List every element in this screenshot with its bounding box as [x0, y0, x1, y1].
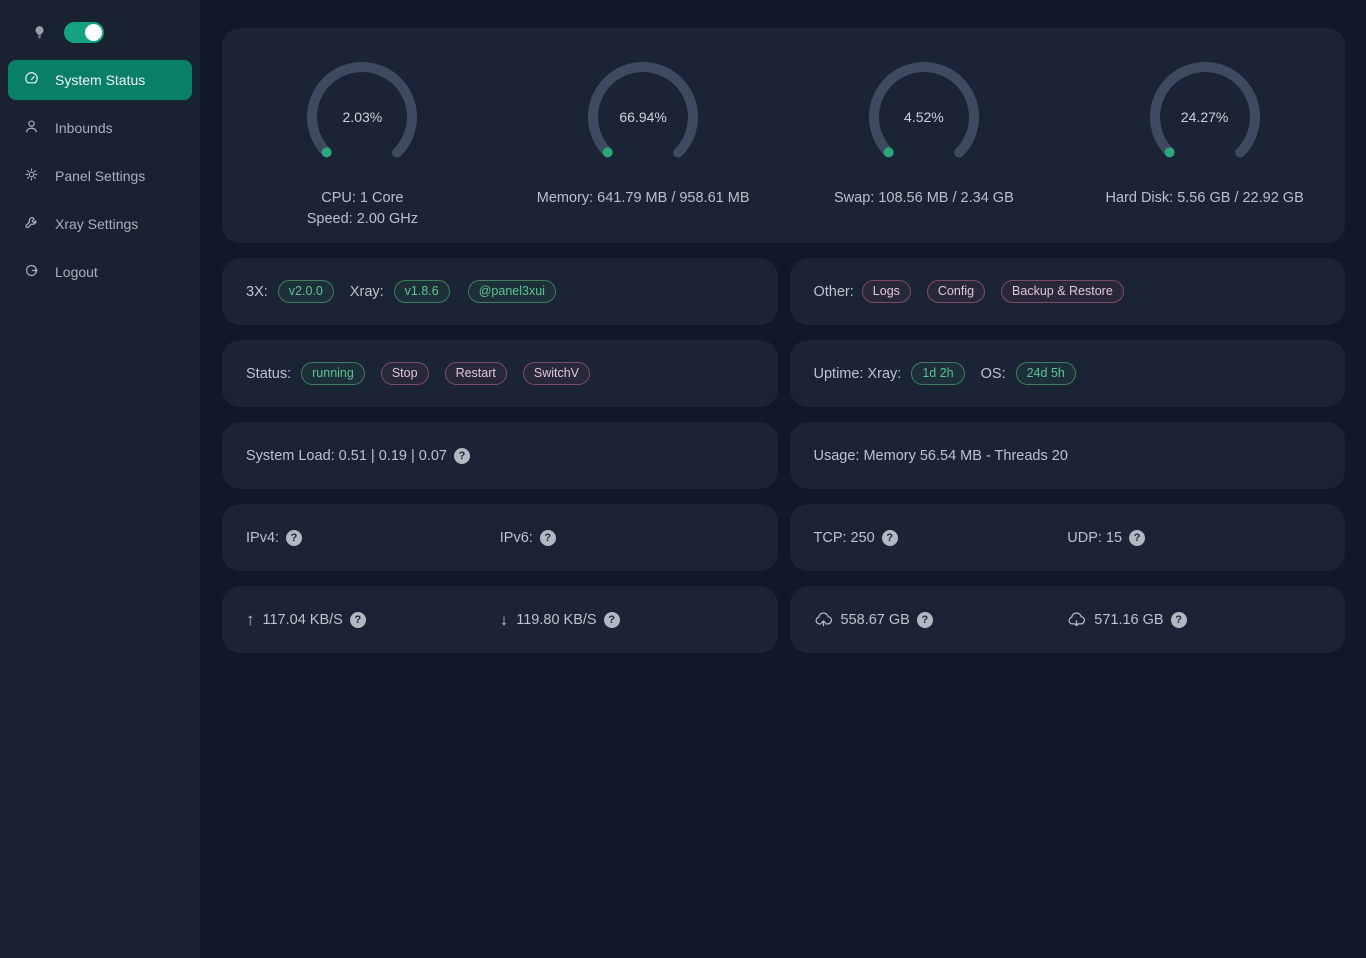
xray-version-tag[interactable]: v1.8.6	[394, 280, 450, 303]
sidebar-item-label: Xray Settings	[55, 216, 138, 232]
sidebar-item-label: Inbounds	[55, 120, 113, 136]
swap-gauge-ring: 4.52%	[864, 57, 984, 177]
memory-percent: 66.94%	[583, 57, 703, 177]
config-button[interactable]: Config	[927, 280, 985, 303]
bulb-icon	[31, 24, 48, 41]
sidebar-nav: System Status Inbounds Panel Settings	[0, 60, 200, 300]
version-card: 3X: v2.0.0 Xray: v1.8.6 @panel3xui	[222, 258, 778, 325]
user-icon	[23, 118, 40, 138]
other-label: Other:	[814, 284, 854, 300]
cpu-label: CPU: 1 Core Speed: 2.00 GHz	[307, 188, 418, 230]
swap-gauge: 4.52% Swap: 108.56 MB / 2.34 GB	[784, 28, 1065, 243]
upload-total-block: 558.67 GB ?	[814, 610, 1068, 629]
xray-label: Xray:	[350, 284, 384, 300]
cloud-download-icon	[1067, 610, 1086, 629]
tcp-block: TCP: 250 ?	[814, 530, 1068, 546]
info-rows: 3X: v2.0.0 Xray: v1.8.6 @panel3xui Other…	[222, 258, 1345, 653]
help-icon[interactable]: ?	[540, 530, 556, 546]
ipv6-block: IPv6: ?	[500, 530, 754, 546]
help-icon[interactable]: ?	[1129, 530, 1145, 546]
ipv6-label: IPv6:	[500, 530, 533, 546]
xray-uptime-badge: 1d 2h	[911, 362, 964, 385]
sidebar-item-system-status[interactable]: System Status	[8, 60, 192, 100]
sidebar-item-panel-settings[interactable]: Panel Settings	[8, 156, 192, 196]
ipv4-label: IPv4:	[246, 530, 279, 546]
help-icon[interactable]: ?	[454, 448, 470, 464]
switch-version-button[interactable]: SwitchV	[523, 362, 590, 385]
wrench-icon	[23, 214, 40, 234]
toggle-knob	[85, 24, 102, 41]
download-speed-block: ↓ 119.80 KB/S ?	[500, 610, 754, 630]
net-speed-card: ↑ 117.04 KB/S ? ↓ 119.80 KB/S ?	[222, 586, 778, 653]
system-load-text: System Load: 0.51 | 0.19 | 0.07	[246, 448, 447, 464]
udp-count: UDP: 15	[1067, 530, 1122, 546]
download-total: 571.16 GB	[1094, 612, 1163, 628]
stop-button[interactable]: Stop	[381, 362, 429, 385]
sidebar-item-logout[interactable]: Logout	[8, 252, 192, 292]
uptime-card: Uptime: Xray: 1d 2h OS: 24d 5h	[790, 340, 1346, 407]
usage-card: Usage: Memory 56.54 MB - Threads 20	[790, 422, 1346, 489]
sidebar-item-label: System Status	[55, 72, 145, 88]
disk-gauge: 24.27% Hard Disk: 5.56 GB / 22.92 GB	[1064, 28, 1345, 243]
theme-row	[0, 20, 200, 44]
logout-icon	[23, 262, 40, 282]
main-content: 2.03% CPU: 1 Core Speed: 2.00 GHz 66.94%…	[200, 0, 1366, 958]
cpu-gauge-ring: 2.03%	[302, 57, 422, 177]
download-speed: 119.80 KB/S	[516, 612, 596, 628]
disk-percent: 24.27%	[1145, 57, 1265, 177]
usage-text: Usage: Memory 56.54 MB - Threads 20	[814, 448, 1068, 464]
cpu-gauge: 2.03% CPU: 1 Core Speed: 2.00 GHz	[222, 28, 503, 243]
ipv4-block: IPv4: ?	[246, 530, 500, 546]
system-load-card: System Load: 0.51 | 0.19 | 0.07 ?	[222, 422, 778, 489]
help-icon[interactable]: ?	[286, 530, 302, 546]
connections-card: TCP: 250 ? UDP: 15 ?	[790, 504, 1346, 571]
upload-speed: 117.04 KB/S	[263, 612, 343, 628]
sidebar: System Status Inbounds Panel Settings	[0, 0, 200, 958]
disk-label: Hard Disk: 5.56 GB / 22.92 GB	[1105, 188, 1303, 209]
help-icon[interactable]: ?	[604, 612, 620, 628]
udp-block: UDP: 15 ?	[1067, 530, 1321, 546]
3x-version-tag[interactable]: v2.0.0	[278, 280, 334, 303]
system-gauges-card: 2.03% CPU: 1 Core Speed: 2.00 GHz 66.94%…	[222, 28, 1345, 243]
help-icon[interactable]: ?	[1171, 612, 1187, 628]
other-card: Other: Logs Config Backup & Restore	[790, 258, 1346, 325]
cloud-upload-icon	[814, 610, 833, 629]
memory-gauge: 66.94% Memory: 641.79 MB / 958.61 MB	[503, 28, 784, 243]
upload-total: 558.67 GB	[841, 612, 910, 628]
memory-gauge-ring: 66.94%	[583, 57, 703, 177]
dashboard-icon	[23, 70, 40, 90]
help-icon[interactable]: ?	[917, 612, 933, 628]
telegram-tag[interactable]: @panel3xui	[468, 280, 556, 303]
download-total-block: 571.16 GB ?	[1067, 610, 1321, 629]
logs-button[interactable]: Logs	[862, 280, 911, 303]
upload-speed-block: ↑ 117.04 KB/S ?	[246, 610, 500, 630]
net-traffic-card: 558.67 GB ? 571.16 GB ?	[790, 586, 1346, 653]
swap-percent: 4.52%	[864, 57, 984, 177]
os-label: OS:	[981, 366, 1006, 382]
3x-label: 3X:	[246, 284, 268, 300]
sidebar-item-xray-settings[interactable]: Xray Settings	[8, 204, 192, 244]
xray-status-card: Status: running Stop Restart SwitchV	[222, 340, 778, 407]
sidebar-item-label: Panel Settings	[55, 168, 145, 184]
restart-button[interactable]: Restart	[445, 362, 507, 385]
gear-icon	[23, 166, 40, 186]
disk-gauge-ring: 24.27%	[1145, 57, 1265, 177]
dark-theme-toggle[interactable]	[64, 22, 104, 43]
backup-restore-button[interactable]: Backup & Restore	[1001, 280, 1124, 303]
memory-label: Memory: 641.79 MB / 958.61 MB	[537, 188, 750, 209]
sidebar-item-inbounds[interactable]: Inbounds	[8, 108, 192, 148]
status-label: Status:	[246, 366, 291, 382]
status-badge: running	[301, 362, 365, 385]
sidebar-item-label: Logout	[55, 264, 98, 280]
uptime-label: Uptime: Xray:	[814, 366, 902, 382]
help-icon[interactable]: ?	[350, 612, 366, 628]
download-arrow-icon: ↓	[500, 610, 509, 630]
swap-label: Swap: 108.56 MB / 2.34 GB	[834, 188, 1014, 209]
ip-card: IPv4: ? IPv6: ?	[222, 504, 778, 571]
upload-arrow-icon: ↑	[246, 610, 255, 630]
tcp-count: TCP: 250	[814, 530, 875, 546]
os-uptime-badge: 24d 5h	[1016, 362, 1076, 385]
help-icon[interactable]: ?	[882, 530, 898, 546]
cpu-percent: 2.03%	[302, 57, 422, 177]
